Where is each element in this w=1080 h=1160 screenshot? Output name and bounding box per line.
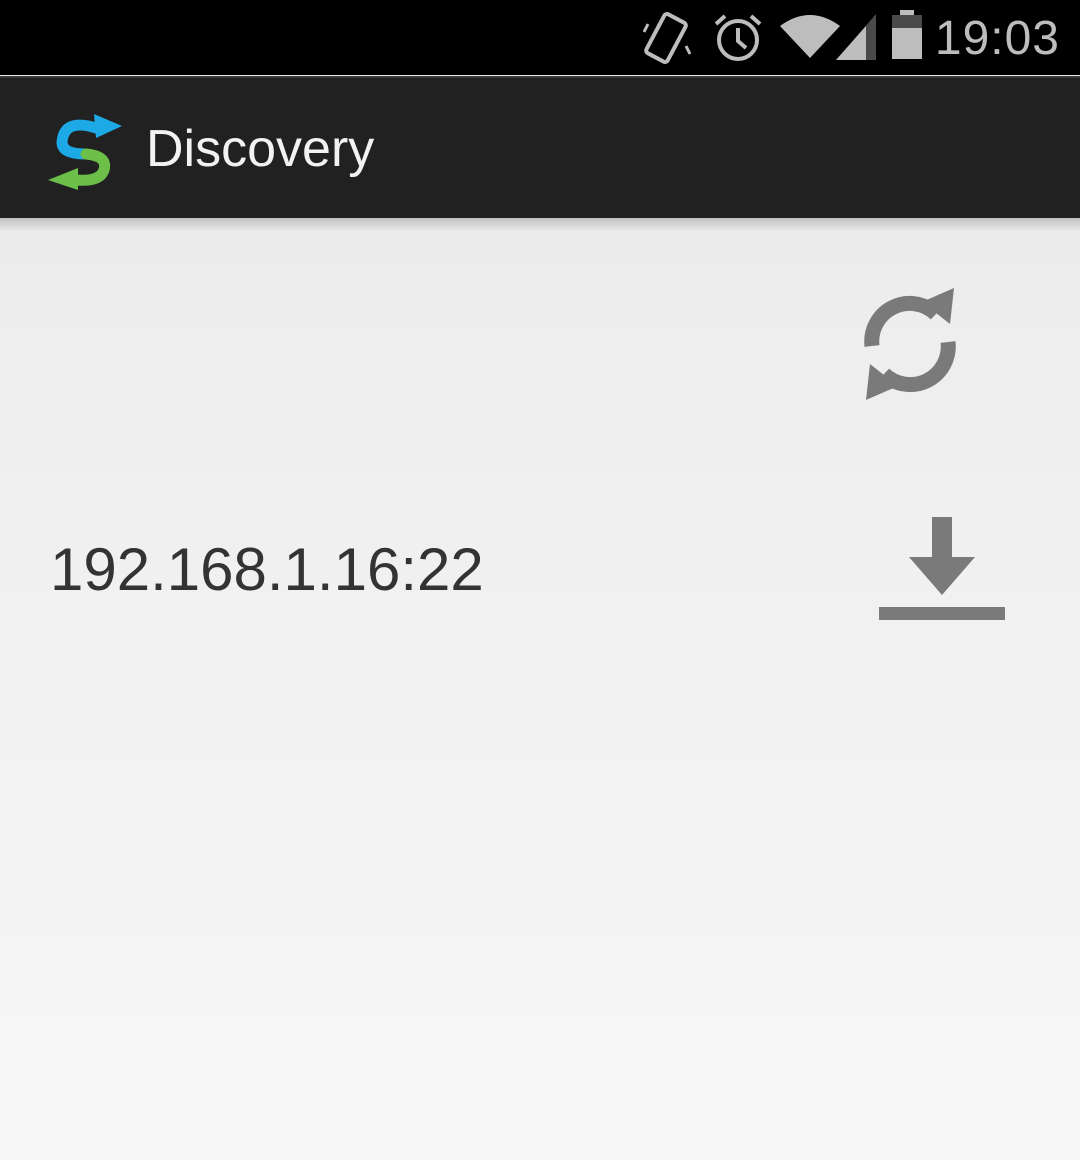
list-item[interactable]: 192.168.1.16:22 bbox=[0, 490, 1080, 650]
refresh-button[interactable] bbox=[846, 280, 974, 408]
alarm-icon bbox=[714, 14, 762, 61]
battery-icon bbox=[892, 10, 922, 59]
action-bar: Discovery bbox=[0, 76, 1080, 218]
status-bar: 19:03 bbox=[0, 0, 1080, 75]
page-title: Discovery bbox=[146, 120, 375, 178]
app-logo-icon[interactable] bbox=[44, 104, 128, 192]
signal-icon bbox=[836, 14, 876, 60]
refresh-icon bbox=[864, 288, 956, 400]
status-time: 19:03 bbox=[934, 12, 1060, 65]
action-bar-shadow bbox=[0, 218, 1080, 232]
download-button[interactable] bbox=[866, 506, 1018, 632]
vibrate-icon bbox=[642, 11, 692, 65]
host-address: 192.168.1.16:22 bbox=[50, 536, 484, 603]
download-icon bbox=[879, 517, 1005, 620]
